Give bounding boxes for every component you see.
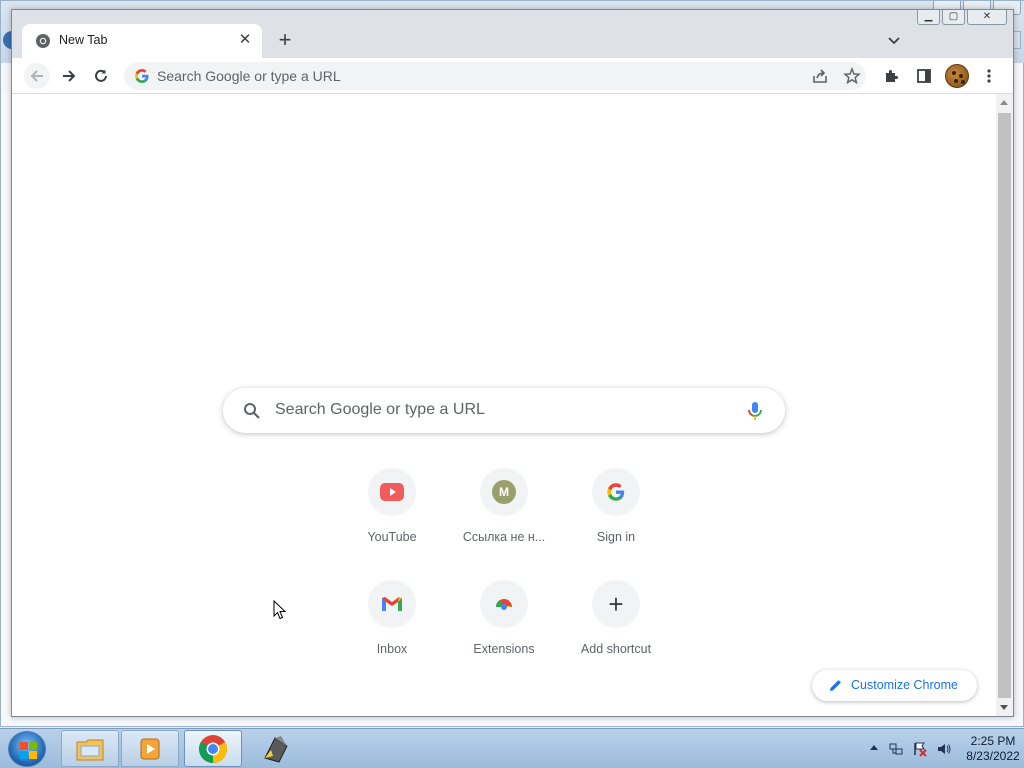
clock[interactable]: 2:25 PM 8/23/2022 [964, 734, 1022, 764]
network-icon[interactable] [888, 741, 904, 757]
window-close-button[interactable]: ✕ [967, 10, 1007, 25]
google-g-icon [607, 483, 625, 501]
taskbar-app[interactable] [246, 730, 304, 767]
chrome-favicon-icon [36, 34, 50, 48]
puzzle-icon [886, 70, 898, 82]
tab-new-tab[interactable]: New Tab ✕ [22, 24, 262, 58]
profile-avatar[interactable] [945, 64, 969, 88]
clock-date: 8/23/2022 [966, 749, 1020, 763]
shortcut-label: YouTube [367, 530, 417, 544]
forward-button[interactable] [56, 63, 82, 89]
chevron-down-icon[interactable] [886, 32, 902, 48]
close-icon[interactable]: ✕ [236, 31, 254, 49]
address-bar[interactable]: Search Google or type a URL [124, 62, 866, 90]
address-bar-placeholder: Search Google or type a URL [157, 68, 341, 84]
taskbar-file-explorer[interactable] [61, 730, 119, 767]
youtube-icon [380, 483, 404, 501]
menu-button[interactable] [976, 63, 1002, 89]
clock-time: 2:25 PM [970, 734, 1016, 748]
mouse-cursor-icon [273, 600, 287, 620]
window-controls: ▁ ▢ ✕ [917, 10, 1007, 25]
plus-icon: + [608, 589, 624, 619]
microphone-icon[interactable] [745, 400, 765, 422]
arrow-right-icon [63, 70, 76, 82]
chrome-icon [199, 734, 227, 763]
search-icon [244, 403, 260, 419]
system-tray: 2:25 PM 8/23/2022 [844, 729, 1024, 768]
reload-icon [95, 69, 107, 82]
taskbar: 2:25 PM 8/23/2022 [0, 728, 1024, 768]
chrome-window: New Tab ✕ + ▁ ▢ ✕ Search Google or type … [11, 9, 1014, 717]
tab-title: New Tab [59, 33, 108, 47]
tab-strip: New Tab ✕ + ▁ ▢ ✕ [12, 10, 1013, 58]
shortcut-extensions[interactable]: Extensions [448, 580, 560, 688]
shortcut-youtube[interactable]: YouTube [336, 468, 448, 576]
action-center-icon[interactable] [912, 741, 928, 757]
restore-button[interactable]: ▢ [942, 10, 965, 25]
back-button[interactable] [24, 63, 50, 89]
shortcut-label: Add shortcut [580, 642, 652, 656]
three-dot-menu-icon [987, 69, 991, 83]
ntp-search-placeholder: Search Google or type a URL [275, 401, 485, 418]
shortcut-link[interactable]: M Ссылка не н... [448, 468, 560, 576]
arrow-left-icon [30, 70, 43, 82]
shortcut-icon-circle [368, 580, 416, 628]
show-hidden-icons-icon[interactable] [870, 745, 878, 750]
side-panel-button[interactable] [911, 63, 937, 89]
shortcut-label: Inbox [376, 642, 408, 656]
taskbar-media-player[interactable] [121, 730, 179, 767]
side-panel-icon [917, 69, 931, 83]
ntp-search-box[interactable]: Search Google or type a URL [223, 388, 785, 433]
shortcut-icon-circle: M [480, 468, 528, 516]
google-g-icon [135, 69, 149, 83]
media-player-icon [140, 738, 160, 759]
chrome-web-store-icon [495, 599, 512, 610]
app-icon [264, 735, 288, 763]
customize-chrome-label: Customize Chrome [851, 678, 958, 692]
shortcut-icon-circle [480, 580, 528, 628]
shortcut-icon-circle: + [592, 580, 640, 628]
scroll-down-icon[interactable] [1000, 705, 1008, 710]
share-icon[interactable] [811, 67, 829, 85]
shortcut-sign-in[interactable]: Sign in [560, 468, 672, 576]
extensions-button[interactable] [879, 63, 905, 89]
bookmark-star-icon[interactable] [843, 67, 861, 85]
pencil-icon [830, 680, 841, 691]
shortcut-inbox[interactable]: Inbox [336, 580, 448, 688]
scroll-up-icon[interactable] [1000, 100, 1008, 105]
browser-toolbar: Search Google or type a URL [12, 58, 1013, 94]
minimize-button[interactable]: ▁ [917, 10, 940, 25]
shortcut-label: Sign in [596, 530, 636, 544]
shortcut-label: Ссылка не н... [462, 530, 546, 544]
reload-button[interactable] [88, 63, 114, 89]
folder-icon [76, 739, 104, 760]
scroll-thumb[interactable] [998, 113, 1011, 698]
shortcut-label: Extensions [473, 642, 535, 656]
start-button[interactable] [8, 731, 46, 767]
taskbar-chrome[interactable] [184, 730, 242, 767]
new-tab-plus-icon[interactable]: + [274, 29, 296, 52]
shortcut-icon-circle [592, 468, 640, 516]
customize-chrome-button[interactable]: Customize Chrome [812, 670, 977, 701]
shortcut-add[interactable]: + Add shortcut [560, 580, 672, 688]
volume-icon[interactable] [936, 741, 952, 757]
vertical-scrollbar[interactable] [996, 94, 1013, 716]
new-tab-page: Search Google or type a URL YouTube M Сс… [12, 94, 996, 716]
gmail-icon [382, 597, 402, 611]
m-letter-icon: M [492, 480, 516, 504]
shortcut-icon-circle [368, 468, 416, 516]
